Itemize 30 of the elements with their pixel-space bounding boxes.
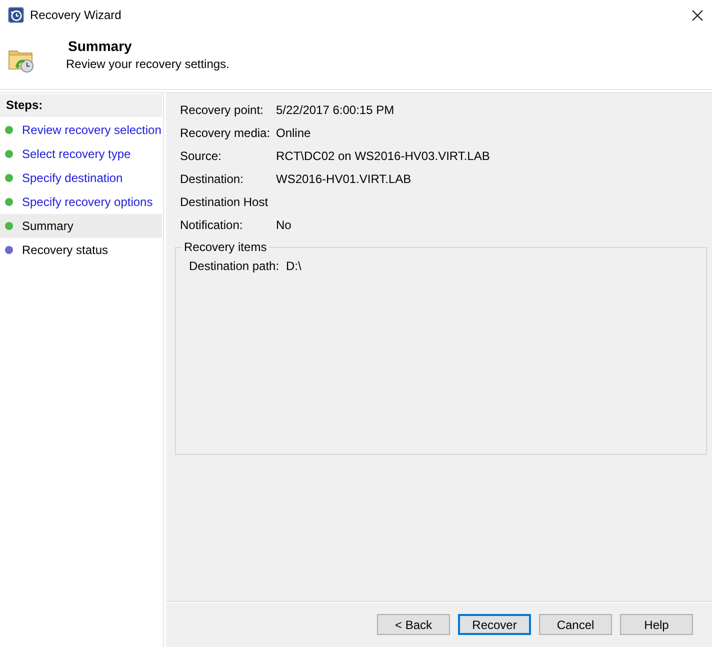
field-label: Notification: <box>180 218 244 232</box>
field-value: 5/22/2017 6:00:15 PM <box>276 102 394 116</box>
step-item[interactable]: Summary <box>0 214 162 238</box>
step-link[interactable]: Review recovery selection <box>0 118 162 142</box>
field-value: No <box>276 218 292 232</box>
page-subtitle: Review your recovery settings. <box>66 56 230 73</box>
page-title: Summary <box>68 37 133 55</box>
field-value: D:\ <box>286 259 302 273</box>
close-icon <box>692 10 702 20</box>
clock-icon <box>8 7 24 23</box>
dialog-button[interactable]: < Back <box>377 614 450 635</box>
field-label: Recovery media: <box>180 126 272 140</box>
field-label: Recovery point: <box>180 102 264 116</box>
field-value: WS2016-HV01.VIRT.LAB <box>276 172 412 186</box>
field-label: Destination path: <box>189 259 280 273</box>
field-label: Destination Host <box>180 194 270 208</box>
field-value: RCT\DC02 on WS2016-HV03.VIRT.LAB <box>276 148 490 162</box>
field-label: Source: <box>180 148 222 162</box>
step-link[interactable]: Specify recovery options <box>0 190 162 214</box>
group-box-title: Recovery items <box>183 240 268 254</box>
field-value: Online <box>276 126 311 140</box>
dialog-button[interactable]: Cancel <box>539 614 612 635</box>
step-link[interactable]: Specify destination <box>0 166 162 190</box>
dialog-button[interactable]: Help <box>620 614 693 635</box>
step-link[interactable]: Select recovery type <box>0 142 162 166</box>
dialog-button[interactable]: Recover <box>458 614 531 635</box>
field-label: Destination: <box>180 172 244 186</box>
step-item[interactable]: Recovery status <box>0 238 162 262</box>
steps-heading: Steps: <box>0 94 162 117</box>
window-title: Recovery Wizard <box>30 8 122 22</box>
